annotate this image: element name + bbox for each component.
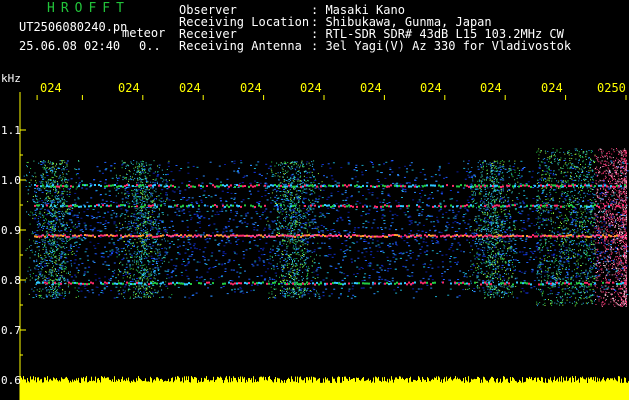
y-tick-label-1: 1.0: [1, 174, 21, 187]
x-tick-label-7: 024: [480, 81, 502, 95]
x-tick-label-0: 024: [40, 81, 62, 95]
y-tick-label-2: 0.9: [1, 224, 21, 237]
x-tick-label-8: 024: [541, 81, 563, 95]
x-tick-label-2: 024: [179, 81, 201, 95]
y-tick-label-5: 0.6: [1, 374, 21, 387]
noise-floor-band: [20, 376, 629, 385]
x-tick-label-3: 024: [240, 81, 262, 95]
x-tick-label-1: 024: [118, 81, 140, 95]
carrier-line-2: [34, 234, 626, 238]
x-tick-label-9: 0250: [597, 81, 626, 95]
carrier-line-1: [34, 204, 624, 208]
meteor-burst-3: [463, 160, 522, 299]
spectrogram-plot: 1.1 1.0 0.9 0.8 0.7 0.6 kHz 024 024 024 024 024 024 0…: [1, 72, 629, 400]
noise-floor-fill: [20, 385, 629, 400]
meteor-burst-1: [114, 160, 173, 299]
x-tick-label-5: 024: [360, 81, 382, 95]
hrofft-spectrogram-screen: HROFFT UT2506080240.pn meteor 25.06.08 0…: [0, 0, 629, 400]
y-axis-unit-label: kHz: [1, 72, 21, 85]
x-tick-label-6: 024: [420, 81, 442, 95]
y-tick-label-0: 1.1: [1, 124, 21, 137]
carrier-line-3: [36, 281, 626, 286]
y-tick-label-3: 0.8: [1, 274, 21, 287]
y-tick-label-4: 0.7: [1, 324, 21, 337]
x-tick-label-4: 024: [300, 81, 322, 95]
band-noise: [32, 160, 629, 299]
